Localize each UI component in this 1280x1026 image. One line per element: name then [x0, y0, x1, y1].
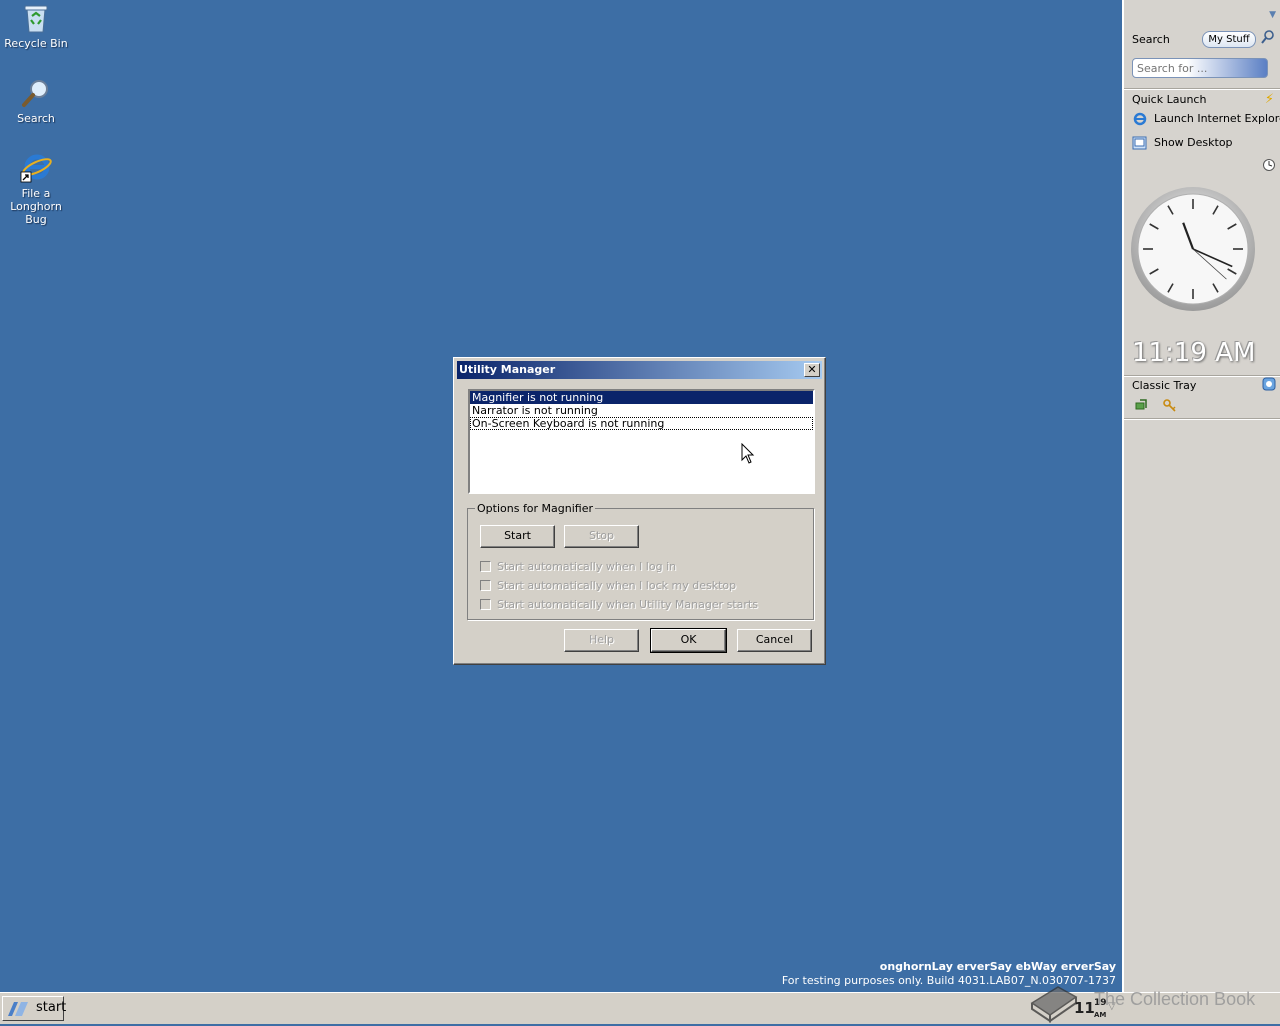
help-button-label: Help [588, 633, 615, 646]
tray-keys-icon[interactable] [1162, 398, 1178, 417]
search-input[interactable] [1132, 58, 1268, 78]
start-button-label: Start [504, 529, 531, 542]
recycle-bin-icon [20, 2, 52, 34]
cancel-button[interactable]: Cancel [737, 629, 812, 652]
desktop-icon-file-bug[interactable]: File a Longhorn Bug [0, 152, 72, 226]
desktop-icon-label: File a Longhorn Bug [10, 187, 62, 226]
quick-launch-label: Launch Internet Explorer [1154, 112, 1280, 125]
watermark-title: onghornLay erverSay ebWay erverSay [879, 960, 1116, 973]
sidebar-divider [1124, 418, 1280, 420]
stop-button-label: Stop [588, 529, 614, 542]
checkbox-box[interactable] [480, 599, 491, 610]
sidebar-divider [1124, 375, 1280, 377]
search-icon[interactable] [1260, 29, 1276, 48]
mouse-cursor-icon [741, 442, 755, 468]
checkbox-label: Start automatically when I log in [497, 560, 677, 573]
tray-clock-hour: 11 [1074, 999, 1095, 1017]
quick-launch-label: Show Desktop [1154, 136, 1233, 149]
options-legend: Options for Magnifier [475, 502, 596, 515]
quick-launch-item-ie[interactable]: Launch Internet Explorer [1132, 111, 1280, 127]
lightning-icon: ⚡ [1264, 92, 1274, 107]
search-tile-title: Search [1132, 33, 1170, 46]
list-item[interactable]: Narrator is not running [470, 404, 813, 417]
start-button[interactable]: Start [480, 525, 555, 548]
my-stuff-label: My Stuff [1208, 34, 1250, 45]
list-item[interactable]: Magnifier is not running [470, 391, 813, 404]
start-label: start [36, 1000, 67, 1015]
options-groupbox: Options for Magnifier Start Stop Start a… [467, 502, 814, 620]
analog-clock [1130, 186, 1256, 315]
tray-network-icon[interactable] [1134, 398, 1150, 417]
sidebar-divider [1124, 88, 1280, 90]
dialog-title: Utility Manager [459, 363, 556, 376]
magnifier-icon [20, 77, 52, 109]
internet-explorer-shortcut-icon [20, 152, 52, 184]
ok-button-label: OK [680, 633, 697, 646]
checkbox-start-with-utility-manager[interactable]: Start automatically when Utility Manager… [480, 598, 758, 611]
my-stuff-button[interactable]: My Stuff [1202, 31, 1256, 48]
ok-button[interactable]: OK [650, 628, 727, 653]
desktop-icon-label: Recycle Bin [4, 37, 68, 50]
utility-manager-dialog: Utility Manager ✕ Magnifier is not runni… [453, 357, 826, 665]
close-icon: ✕ [807, 363, 817, 376]
classic-tray-title: Classic Tray [1132, 379, 1197, 392]
taskbar: start 11 19 AM ▽ The Collection Book [0, 986, 1280, 1024]
sidebar-menu-chevron-icon[interactable]: ▼ [1269, 10, 1276, 20]
desktop-icon-recycle-bin[interactable]: Recycle Bin [0, 2, 72, 50]
internet-explorer-icon [1132, 111, 1148, 127]
desktop-icon-label: Search [17, 112, 55, 125]
help-button[interactable]: Help [564, 629, 639, 652]
cancel-button-label: Cancel [755, 633, 794, 646]
tray-clock[interactable]: 11 19 AM [1074, 998, 1107, 1019]
overlay-watermark-text: The Collection Book [1094, 989, 1256, 1009]
checkbox-start-at-lock[interactable]: Start automatically when I lock my deskt… [480, 579, 736, 592]
start-menu-button[interactable]: start [2, 996, 67, 1021]
quick-launch-title: Quick Launch [1132, 93, 1207, 106]
clock-settings-icon[interactable] [1262, 158, 1276, 175]
sidebar: ▼ Search My Stuff Quick Launch ⚡ Launch … [1122, 0, 1280, 992]
checkbox-start-at-login[interactable]: Start automatically when I log in [480, 560, 676, 573]
checkbox-label: Start automatically when I lock my deskt… [497, 579, 737, 592]
desktop-icon-search[interactable]: Search [0, 77, 72, 125]
dialog-titlebar[interactable]: Utility Manager ✕ [457, 361, 822, 379]
show-desktop-icon [1132, 135, 1148, 154]
quick-launch-item-show-desktop[interactable]: Show Desktop [1132, 135, 1280, 151]
tray-clock-ampm: AM [1094, 1011, 1107, 1019]
checkbox-label: Start automatically when Utility Manager… [497, 598, 758, 611]
stop-button[interactable]: Stop [564, 525, 639, 548]
book-icon [1028, 979, 1080, 1026]
utility-list[interactable]: Magnifier is not running Narrator is not… [468, 389, 815, 494]
checkbox-box[interactable] [480, 580, 491, 591]
list-item[interactable]: On-Screen Keyboard is not running [470, 417, 813, 430]
classic-tray-icon[interactable] [1262, 377, 1276, 394]
windows-flag-icon [6, 1000, 30, 1018]
close-button[interactable]: ✕ [804, 363, 820, 377]
checkbox-box[interactable] [480, 561, 491, 572]
digital-clock: 11:19 AM [1132, 338, 1256, 368]
